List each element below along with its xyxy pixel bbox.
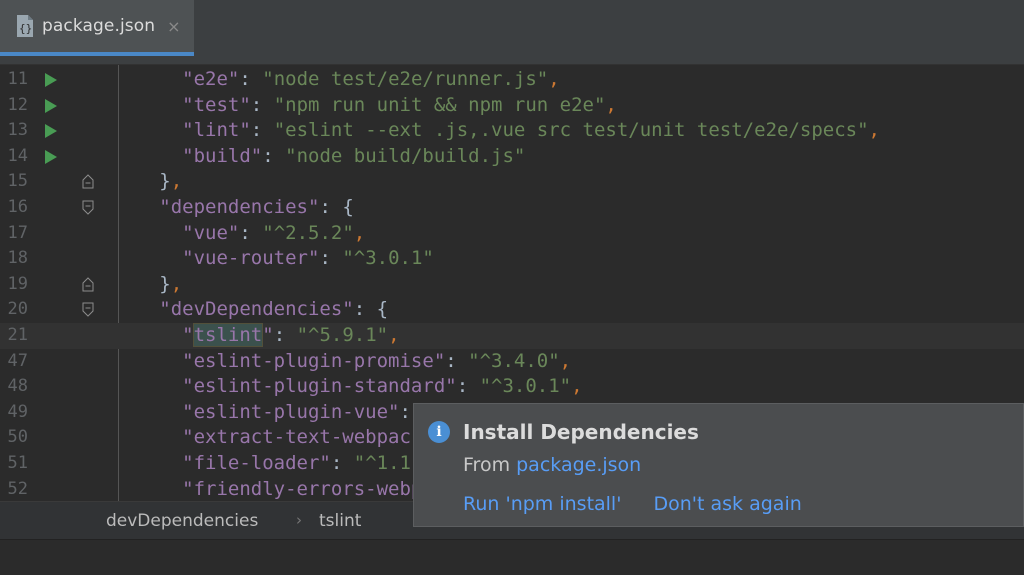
code-token: "eslint --ext .js,.vue src test/unit tes… [273,119,869,142]
code-token: : [445,349,469,372]
code-token: : [456,375,480,398]
code-token: , [868,119,880,142]
code-line[interactable]: 16 "dependencies": { [0,195,1024,221]
code-token: "^3.4.0" [468,349,560,372]
code-text: "devDependencies": { [22,297,388,323]
code-text: "extract-text-webpack-p [22,425,445,451]
code-line[interactable]: 20 "devDependencies": { [0,297,1024,323]
code-text: "vue-router": "^3.0.1" [22,246,434,272]
code-line[interactable]: 11 "e2e": "node test/e2e/runner.js", [0,67,1024,93]
code-token: : [330,452,354,474]
code-text: "e2e": "node test/e2e/runner.js", [22,67,560,93]
code-text: "eslint-plugin-promise": "^3.4.0", [22,349,571,375]
code-text: }, [22,169,182,195]
code-token: "node build/build.js" [285,144,526,167]
code-token: : { [319,196,354,218]
code-text: "dependencies": { [22,195,354,221]
code-text: "eslint-plugin-standard": "^3.0.1", [22,374,583,400]
svg-text:{}: {} [19,22,32,35]
run-npm-install-link[interactable]: Run 'npm install' [463,493,621,515]
code-token: } [159,170,171,193]
code-line[interactable]: 47 "eslint-plugin-promise": "^3.4.0", [0,349,1024,375]
breadcrumb-separator: › [296,511,302,529]
code-token: : [319,247,343,270]
code-token: "vue" [182,221,240,244]
tab-package-json[interactable]: {} package.json × [0,0,194,56]
code-line[interactable]: 15 }, [0,169,1024,195]
code-line[interactable]: 13 "lint": "eslint --ext .js,.vue src te… [0,118,1024,144]
package-json-link[interactable]: package.json [516,454,641,476]
install-dependencies-notification: i Install Dependencies From package.json… [413,403,1024,527]
code-token: "^2.5.2" [262,221,354,244]
code-line[interactable]: 48 "eslint-plugin-standard": "^3.0.1", [0,374,1024,400]
code-line[interactable]: 18 "vue-router": "^3.0.1" [0,246,1024,272]
dont-ask-again-link[interactable]: Don't ask again [654,493,802,515]
code-text: "file-loader": "^1.1.4 [22,451,434,477]
code-token: } [159,272,171,295]
code-token: , [170,170,183,193]
code-text: "test": "npm run unit && npm run e2e", [22,93,617,119]
code-token: , [571,375,583,398]
close-tab-icon[interactable]: × [167,17,180,36]
notification-actions: Run 'npm install' Don't ask again [463,493,802,515]
from-prefix: From [463,454,517,476]
code-token: "eslint-plugin-promise" [182,349,446,372]
code-line[interactable]: 14 "build": "node build/build.js" [0,144,1024,170]
json-file-icon: {} [14,14,36,38]
code-text: "friendly-errors-webpac [22,477,445,503]
code-token: "npm run unit && npm run e2e" [273,93,606,116]
notification-title: Install Dependencies [463,420,699,444]
code-line[interactable]: 12 "test": "npm run unit && npm run e2e"… [0,93,1024,119]
info-icon: i [428,421,450,443]
tab-label: package.json [42,16,156,36]
code-token: : [262,144,286,167]
code-token: "test" [182,93,251,116]
code-token: "build" [182,144,263,167]
highlighted-token: tslint [192,323,264,347]
code-line[interactable]: 21 "tslint": "^5.9.1", [0,323,1024,349]
code-token: "vue-router" [182,247,320,270]
code-token: , [353,221,366,244]
code-line[interactable]: 19 }, [0,272,1024,298]
code-text: "eslint-plugin-vue": "^ [22,400,445,426]
code-token: "^3.0.1" [342,247,434,270]
code-token: : [250,93,274,116]
code-token: : [250,119,274,142]
code-token: "^5.9.1" [296,324,389,346]
code-text: "build": "node build/build.js" [22,144,525,170]
editor-tab-bar: {} package.json × [0,0,1024,65]
code-token: : { [353,298,389,321]
code-token: , [170,272,183,295]
code-token: , [388,324,400,346]
code-token: "friendly-errors-webpac [182,477,446,500]
breadcrumb-item-tslint[interactable]: tslint [319,511,361,531]
code-token: : [239,68,263,90]
code-token: , [605,93,617,116]
code-token: "dependencies" [159,196,320,218]
code-token: "eslint-plugin-standard" [182,375,457,398]
code-text: "lint": "eslint --ext .js,.vue src test/… [22,118,880,144]
code-token: "node test/e2e/runner.js" [262,68,549,90]
code-token: " [182,324,194,346]
code-token: , [548,68,560,90]
code-token: , [559,349,572,372]
code-text: "vue": "^2.5.2", [22,221,365,247]
code-token: "^3.0.1" [479,375,572,398]
code-token: "devDependencies" [159,298,354,321]
breadcrumb-item-devdependencies[interactable]: devDependencies [106,511,258,531]
code-text: "tslint": "^5.9.1", [22,323,400,349]
status-bar [0,539,1024,575]
code-token: "file-loader" [182,452,331,474]
code-token: "e2e" [182,68,240,90]
code-token: : [273,324,297,346]
code-token: : [239,221,263,244]
code-token: "extract-text-webpack-p [182,426,446,449]
code-text: }, [22,272,182,298]
code-token: "eslint-plugin-vue" [182,400,400,423]
code-token: " [262,324,274,346]
notification-from: From package.json [463,454,641,476]
code-line[interactable]: 17 "vue": "^2.5.2", [0,221,1024,247]
code-token: "lint" [182,119,251,142]
